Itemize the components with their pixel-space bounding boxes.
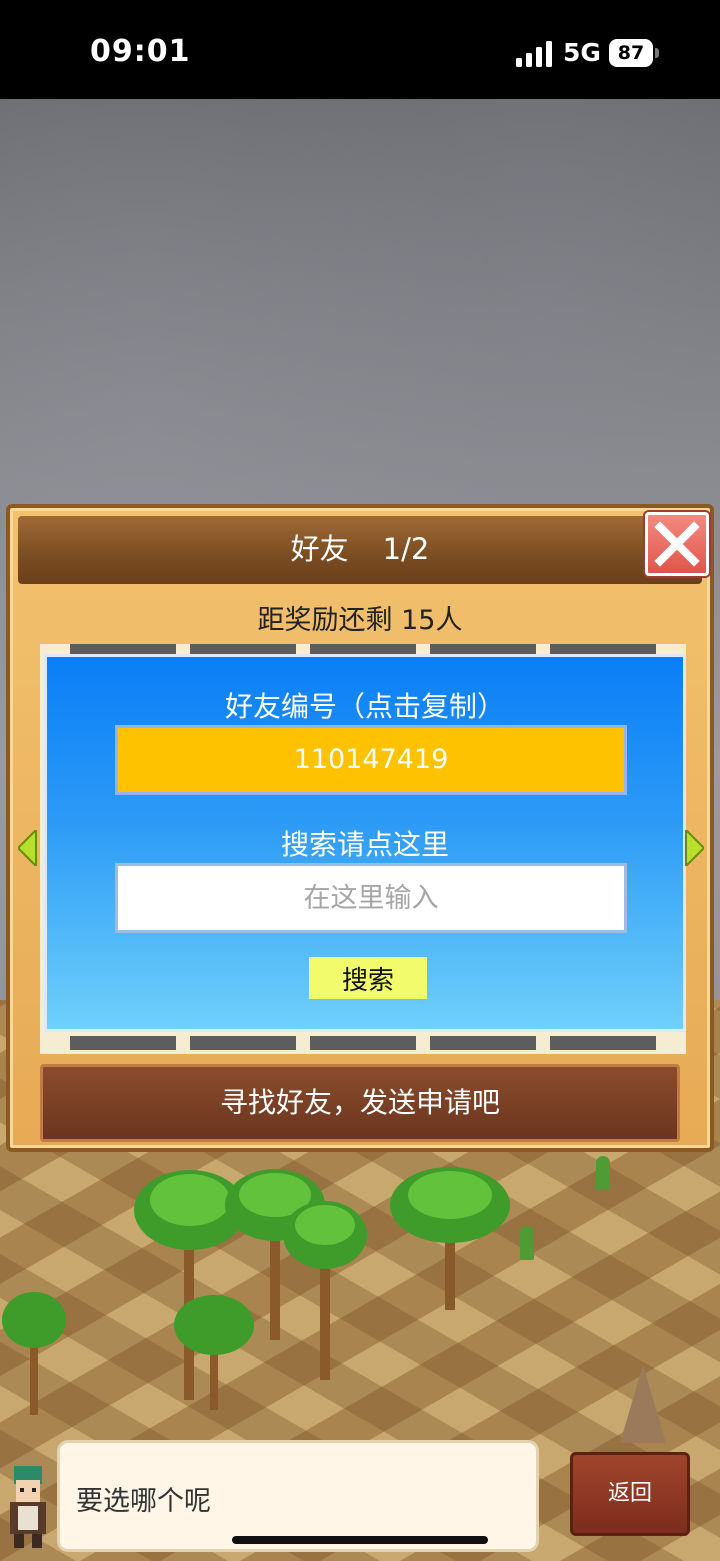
frame-bar: [310, 644, 416, 654]
close-icon: [654, 521, 700, 567]
cactus-icon: [596, 1156, 610, 1190]
friend-id-label: 好友编号（点击复制）: [224, 690, 505, 723]
search-label: 搜索请点这里: [280, 828, 449, 861]
friend-search-input[interactable]: [115, 863, 627, 933]
battery-icon: 87: [609, 39, 653, 67]
dialog-title: 好友 1/2: [10, 526, 710, 568]
frame-bar: [310, 1036, 416, 1050]
signal-icon: [516, 41, 552, 67]
frame-bar: [190, 644, 296, 654]
frame-bar: [190, 1036, 296, 1050]
friends-dialog: 好友 1/2 距奖励还剩 15人 好友编号（点击复制） 110147419 搜索请…: [6, 504, 714, 1152]
network-type: 5G: [563, 38, 601, 67]
rock-spire-icon: [620, 1365, 666, 1443]
frame-bar: [430, 644, 536, 654]
home-indicator[interactable]: [232, 1536, 488, 1544]
dialog-title-text: 好友: [290, 532, 349, 566]
close-button[interactable]: [645, 512, 709, 576]
status-time: 09:01: [90, 34, 191, 69]
battery-tip: [655, 48, 659, 58]
reward-remaining-text: 距奖励还剩 15人: [257, 605, 463, 636]
friend-id-copy-button[interactable]: 110147419: [115, 725, 627, 795]
frame-bar: [70, 1036, 176, 1050]
frame-bar: [550, 644, 656, 654]
speech-bubble: 要选哪个呢: [60, 1443, 536, 1549]
palm-tree-icon: [2, 1292, 66, 1415]
frame-bar: [430, 1036, 536, 1050]
palm-tree-icon: [283, 1201, 367, 1380]
character-avatar: [10, 1466, 46, 1548]
palm-tree-icon: [174, 1295, 254, 1410]
arrow-left-icon[interactable]: [18, 830, 38, 866]
back-button[interactable]: 返回: [570, 1452, 690, 1536]
arrow-right-icon[interactable]: [684, 830, 704, 866]
palm-tree-icon: [390, 1167, 510, 1310]
send-friend-request-button[interactable]: 寻找好友，发送申请吧: [40, 1064, 680, 1142]
speech-text: 要选哪个呢: [76, 1486, 211, 1517]
frame-bar: [550, 1036, 656, 1050]
status-bar: 09:01 5G 87: [0, 0, 720, 99]
friend-search-panel: 好友编号（点击复制） 110147419 搜索请点这里 搜索: [44, 654, 686, 1032]
search-button[interactable]: 搜索: [309, 957, 427, 999]
page-indicator: 1/2: [382, 532, 430, 566]
frame-bar: [70, 644, 176, 654]
cactus-icon: [520, 1226, 534, 1260]
